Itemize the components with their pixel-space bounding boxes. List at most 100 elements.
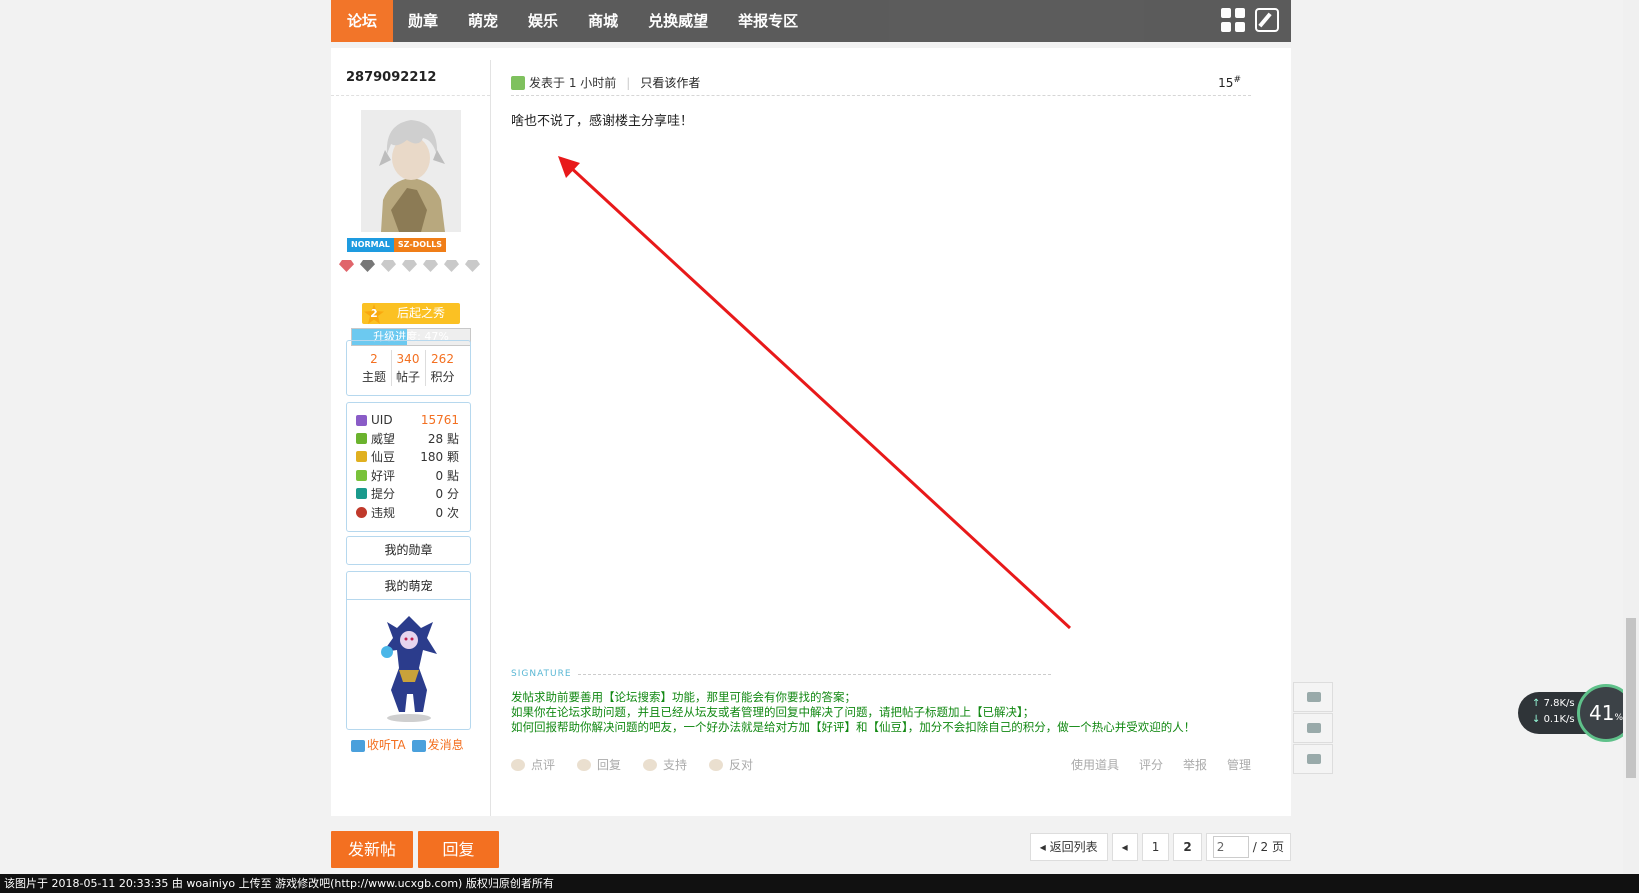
action-label: 回复 xyxy=(597,757,622,772)
report-button[interactable]: 举报 xyxy=(1183,756,1207,773)
violation-icon xyxy=(356,506,367,518)
page-1-button[interactable]: 1 xyxy=(1141,833,1170,861)
gem-icon xyxy=(381,260,396,272)
post-frame: 2879092212 NORMAL SZ-DOLLS 2 后起之秀 升级进度: … xyxy=(331,48,1291,816)
nav-tab-forum[interactable]: 论坛 xyxy=(331,0,394,42)
user-icon xyxy=(511,75,525,90)
profile-value: 28 點 xyxy=(427,432,459,447)
post-actions: 点评 回复 支持 反对 使用道具 评分 举报 管理 xyxy=(511,754,1271,774)
posted-label: 发表于 xyxy=(529,76,566,90)
nav-tab-entertainment[interactable]: 娱乐 xyxy=(513,0,573,42)
profile-label: 威望 xyxy=(371,432,396,447)
thumb-up-icon xyxy=(643,759,658,771)
group-badges: NORMAL SZ-DOLLS xyxy=(347,238,447,252)
stat-value: 262 xyxy=(431,352,454,366)
page-input[interactable] xyxy=(1212,836,1249,858)
rate-button[interactable]: 评分 xyxy=(1139,756,1163,773)
profile-value: 0 點 xyxy=(435,468,459,483)
profile-label: 仙豆 xyxy=(371,450,396,465)
follow-icon xyxy=(351,739,365,752)
group-badge-normal: NORMAL xyxy=(347,238,394,252)
oppose-button[interactable]: 反对 xyxy=(709,756,753,773)
stat-value: 2 xyxy=(370,352,378,366)
scrollbar[interactable] xyxy=(1623,0,1639,874)
gem-icon xyxy=(360,260,375,272)
stat-label: 积分 xyxy=(430,370,455,384)
author-stats: 2 主题 340 帖子 262 积分 xyxy=(346,340,471,396)
my-pet-box: 我的萌宠 xyxy=(346,571,471,730)
bean-icon xyxy=(356,451,367,463)
profile-value: 0 分 xyxy=(435,487,459,502)
uid-icon xyxy=(356,414,367,426)
signature-line: 如果你在论坛求助问题，并且已经从坛友或者管理的回复中解决了问题，请把帖子标题加上… xyxy=(511,705,1035,719)
grid-icon[interactable] xyxy=(1221,8,1245,32)
gem-icon xyxy=(465,260,480,272)
stat-points[interactable]: 262 积分 xyxy=(426,350,460,386)
author-profile: UID 15761 威望 28 點 仙豆 180 颗 好评 0 點 提分 0 分… xyxy=(346,402,471,532)
profile-row-score: 提分 0 分 xyxy=(356,485,470,503)
nav-tab-report[interactable]: 举报专区 xyxy=(723,0,813,42)
signature-line: 如何回报帮助你解决问题的吧友，一个好办法就是给对方加【好评】和【仙豆】，加分不会… xyxy=(511,720,1196,734)
follow-button[interactable]: 收听TA xyxy=(351,736,406,753)
page-jump: / 2 页 xyxy=(1205,833,1291,861)
stat-label: 主题 xyxy=(361,370,386,384)
my-medals-button[interactable]: 我的勋章 xyxy=(346,536,471,565)
stat-posts[interactable]: 340 帖子 xyxy=(392,350,426,386)
group-badge-szdolls: SZ-DOLLS xyxy=(393,238,447,252)
only-author-link[interactable]: 只看该作者 xyxy=(640,74,700,91)
manage-button[interactable]: 管理 xyxy=(1227,756,1251,773)
medal-gems xyxy=(339,260,480,272)
avatar[interactable] xyxy=(361,110,461,232)
watermark-footer: 该图片于 2018-05-11 20:33:35 由 woainiyo 上传至 … xyxy=(0,874,1639,893)
my-pet-title: 我的萌宠 xyxy=(347,572,470,600)
author-username[interactable]: 2879092212 xyxy=(331,60,490,96)
stat-threads[interactable]: 2 主题 xyxy=(358,350,392,386)
reply-post-button[interactable]: 回复 xyxy=(418,831,499,868)
profile-row-uid: UID 15761 xyxy=(356,411,470,429)
download-speed: ↓ 0.1K/s xyxy=(1532,714,1575,725)
pagination: ◂ 返回列表 ◂ 1 2 / 2 页 xyxy=(1029,833,1291,861)
nav-tab-exchange[interactable]: 兑换威望 xyxy=(633,0,723,42)
profile-row-rating: 好评 0 點 xyxy=(356,466,470,484)
list-icon[interactable] xyxy=(1293,744,1333,774)
post-body: 啥也不说了，感谢楼主分享哇！ xyxy=(511,114,694,129)
back-to-top-icon[interactable] xyxy=(1293,713,1333,743)
back-to-list-label: 返回列表 xyxy=(1049,840,1098,854)
page-2-button[interactable]: 2 xyxy=(1173,833,1202,861)
signature-line: 发帖求助前要善用【论坛搜索】功能，那里可能会有你要找的答案； xyxy=(511,690,856,704)
chevron-left-icon: ◂ xyxy=(1121,840,1128,854)
scrollbar-thumb[interactable] xyxy=(1626,618,1636,778)
posted-time: 1 小时前 xyxy=(568,76,617,90)
signature: 发帖求助前要善用【论坛搜索】功能，那里可能会有你要找的答案； 如果你在论坛求助问… xyxy=(511,690,1195,735)
back-to-list-button[interactable]: ◂ 返回列表 xyxy=(1029,833,1108,861)
support-button[interactable]: 支持 xyxy=(643,756,687,773)
side-tools xyxy=(1293,682,1333,775)
prev-page-button[interactable]: ◂ xyxy=(1111,833,1138,861)
message-button[interactable]: 发消息 xyxy=(411,736,464,753)
reply-button[interactable]: 回复 xyxy=(577,756,621,773)
level-name: 后起之秀 xyxy=(397,306,446,320)
comment-button[interactable]: 点评 xyxy=(511,756,555,773)
new-post-button[interactable]: 发新帖 xyxy=(331,831,413,868)
signature-divider: SIGNATURE xyxy=(511,669,1051,679)
score-icon xyxy=(356,488,367,500)
stat-value: 340 xyxy=(396,352,420,366)
nav-tab-pets[interactable]: 萌宠 xyxy=(453,0,513,42)
gem-icon xyxy=(339,260,354,272)
use-item-button[interactable]: 使用道具 xyxy=(1071,756,1119,773)
rating-icon xyxy=(356,469,367,481)
nav-tab-medals[interactable]: 勋章 xyxy=(393,0,453,42)
profile-row-prestige: 威望 28 點 xyxy=(356,429,470,447)
action-label: 反对 xyxy=(729,757,754,772)
profile-value: 0 次 xyxy=(435,505,459,520)
profile-value: 180 颗 xyxy=(420,450,459,465)
pet-image[interactable] xyxy=(369,608,449,723)
nav-tab-shop[interactable]: 商城 xyxy=(573,0,633,42)
thumb-down-icon xyxy=(709,759,724,771)
profile-label: 好评 xyxy=(371,468,396,483)
floor-number[interactable]: 15# xyxy=(1218,75,1241,90)
level-badge: 2 后起之秀 xyxy=(362,303,460,324)
quick-reply-icon[interactable] xyxy=(1293,682,1333,712)
edit-icon[interactable] xyxy=(1255,8,1279,32)
memory-percent: 41 xyxy=(1588,701,1615,725)
